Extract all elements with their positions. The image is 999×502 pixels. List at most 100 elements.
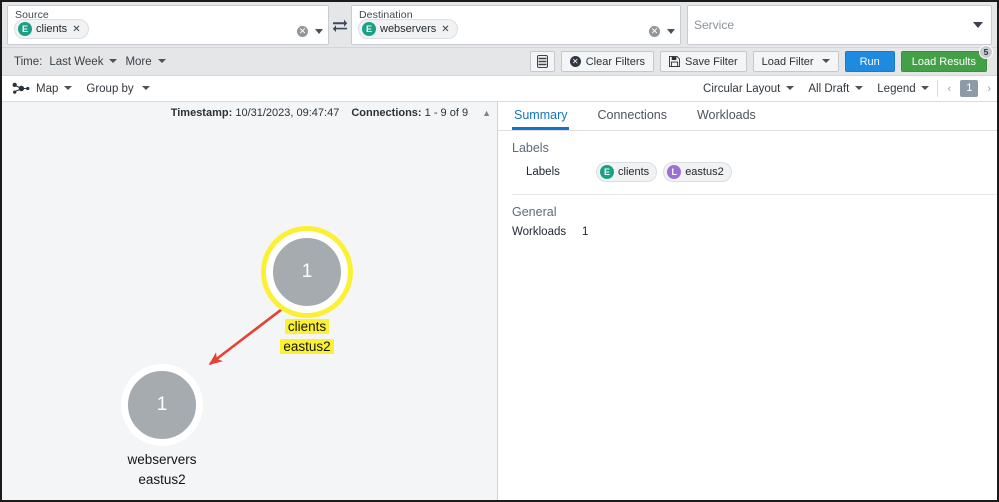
source-field[interactable]: Source E clients ✕ ✕: [7, 5, 329, 45]
node-count-badge[interactable]: 1: [121, 364, 203, 446]
time-value[interactable]: Last Week: [49, 56, 103, 68]
graph-node-webservers[interactable]: 1 webservers eastus2: [121, 364, 203, 489]
workloads-row: Workloads 1: [498, 226, 997, 248]
legend-button[interactable]: Legend: [877, 82, 929, 95]
node-label-group: clients eastus2: [280, 317, 334, 356]
general-section-title: General: [512, 205, 557, 219]
label-chip-text: clients: [618, 166, 650, 178]
load-results-button[interactable]: Load Results 5: [900, 45, 993, 72]
map-label: Map: [36, 82, 59, 95]
database-icon: [536, 55, 548, 68]
page-number[interactable]: 1: [960, 80, 979, 97]
save-filter-label: Save Filter: [685, 55, 738, 68]
legend-label: Legend: [877, 82, 916, 95]
chevron-down-icon[interactable]: [315, 29, 323, 34]
group-by-label: Group by: [86, 82, 134, 95]
label-chip-text: eastus2: [685, 166, 724, 178]
clear-filters-button[interactable]: ✕ Clear Filters: [560, 51, 655, 72]
tab-summary[interactable]: Summary: [512, 102, 570, 130]
destination-label: Destination: [359, 9, 413, 21]
actions-bar: Time: Last Week More ✕ Clear Filters Sav…: [2, 45, 997, 75]
tab-connections[interactable]: Connections: [595, 102, 669, 130]
label-chip-eastus2[interactable]: L eastus2: [663, 162, 732, 182]
save-filter-button[interactable]: Save Filter: [660, 51, 747, 72]
graph-node-clients[interactable]: 1 clients eastus2: [266, 231, 348, 356]
source-chip-label: clients: [36, 23, 68, 35]
map-view-button[interactable]: Map: [12, 82, 73, 95]
node-label-line2: eastus2: [138, 471, 186, 487]
saved-queries-button[interactable]: [529, 51, 555, 72]
node-label-group: webservers eastus2: [127, 450, 196, 489]
destination-field-tools: ✕: [649, 26, 675, 37]
chevron-down-icon: [64, 86, 73, 90]
filter-bar: Source E clients ✕ ✕ Destination E webse…: [2, 2, 997, 47]
save-disk-icon: [669, 56, 681, 67]
layout-select[interactable]: Circular Layout: [703, 83, 795, 95]
draft-select[interactable]: All Draft: [808, 82, 864, 95]
remove-chip-icon[interactable]: ✕: [72, 24, 80, 35]
chevron-down-icon[interactable]: [109, 59, 118, 63]
swap-arrows-icon: [332, 19, 348, 32]
labels-section-title: Labels: [512, 141, 549, 155]
clear-filters-label: Clear Filters: [585, 55, 646, 68]
swap-source-destination-button[interactable]: [329, 5, 351, 45]
panel-content: Labels Labels E clients L eastus2 Genera…: [498, 131, 997, 500]
map-options-bar: Map Group by Circular Layout All Draft L…: [2, 75, 997, 102]
details-panel: Summary Connections Workloads Labels Lab…: [498, 102, 997, 500]
source-label: Source: [15, 9, 49, 21]
graph-edges: [208, 288, 308, 366]
chip-badge-icon: L: [667, 165, 682, 179]
clear-circle-icon[interactable]: ✕: [297, 26, 308, 37]
run-button[interactable]: Run: [844, 51, 895, 72]
chevron-down-icon[interactable]: [667, 29, 675, 34]
remove-chip-icon[interactable]: ✕: [441, 24, 449, 35]
chevron-down-icon: [920, 86, 929, 90]
map-canvas[interactable]: Timestamp: 10/31/2023, 09:47:47 Connecti…: [2, 102, 498, 500]
close-circle-icon: ✕: [569, 56, 581, 67]
tab-workloads[interactable]: Workloads: [695, 102, 758, 130]
section-divider: [512, 194, 997, 195]
service-field[interactable]: Service: [687, 5, 992, 45]
page-next-button[interactable]: ›: [987, 83, 991, 95]
workloads-row-value: 1: [582, 226, 589, 238]
load-results-label: Load Results: [911, 55, 976, 68]
load-filter-label: Load Filter: [761, 55, 814, 68]
application-window: Source E clients ✕ ✕ Destination E webse…: [0, 0, 999, 502]
labels-row: Labels E clients L eastus2: [498, 162, 997, 192]
draft-label: All Draft: [808, 82, 850, 95]
workloads-row-key: Workloads: [512, 226, 567, 238]
chevron-down-icon: [786, 86, 795, 90]
label-chip-clients[interactable]: E clients: [596, 162, 658, 182]
page-prev-button[interactable]: ‹: [948, 83, 952, 95]
destination-chip-label: webservers: [380, 23, 437, 35]
topology-icon: [12, 82, 30, 94]
main-body: Timestamp: 10/31/2023, 09:47:47 Connecti…: [2, 102, 997, 500]
chevron-down-icon: [821, 59, 830, 63]
node-count-badge[interactable]: 1: [266, 231, 348, 313]
chevron-down-icon: [855, 86, 864, 90]
pagination: ‹ 1 ›: [936, 80, 991, 97]
destination-field[interactable]: Destination E webservers ✕ ✕: [351, 5, 681, 45]
load-results-count-badge: 5: [979, 45, 993, 59]
chevron-down-icon[interactable]: [973, 22, 983, 28]
labels-row-key: Labels: [526, 166, 560, 178]
node-label-line1: clients: [284, 319, 330, 334]
panel-tabs: Summary Connections Workloads: [498, 102, 997, 131]
labels-row-value: E clients L eastus2: [596, 162, 732, 182]
chevron-down-icon[interactable]: [157, 59, 166, 63]
chip-badge-icon: E: [600, 165, 614, 179]
service-placeholder: Service: [694, 18, 735, 32]
chip-badge-icon: E: [362, 22, 376, 36]
time-label: Time:: [14, 55, 43, 68]
load-filter-button[interactable]: Load Filter: [752, 51, 839, 72]
more-filters-button[interactable]: More: [125, 56, 151, 68]
source-field-tools: ✕: [297, 26, 323, 37]
chip-badge-icon: E: [18, 22, 32, 36]
destination-chip[interactable]: E webservers ✕: [358, 19, 458, 39]
chevron-down-icon: [141, 86, 150, 90]
node-label-line1: webservers: [127, 452, 197, 467]
clear-circle-icon[interactable]: ✕: [649, 26, 660, 37]
group-by-button[interactable]: Group by: [86, 82, 150, 95]
node-label-line2: eastus2: [280, 338, 334, 354]
source-chip[interactable]: E clients ✕: [14, 19, 89, 39]
